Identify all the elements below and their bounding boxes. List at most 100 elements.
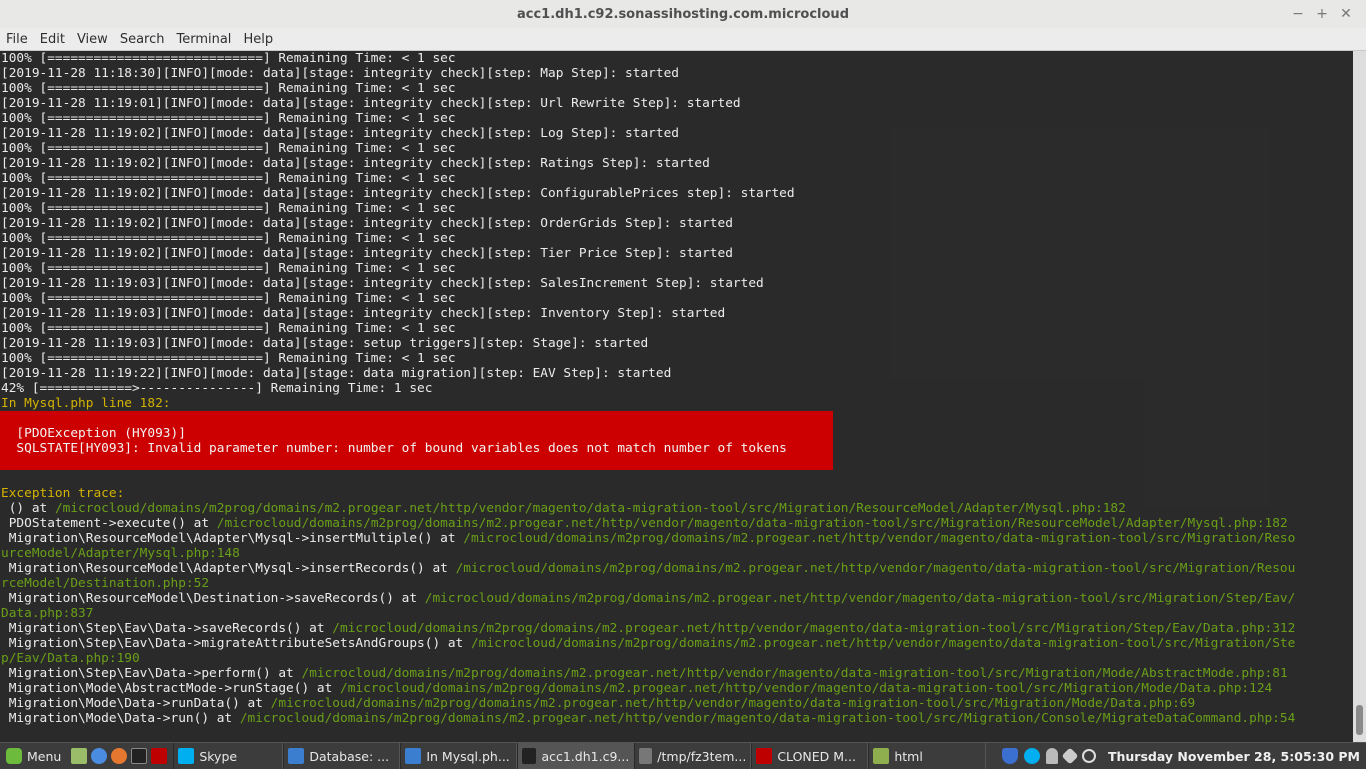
files-icon[interactable] [71, 748, 88, 764]
filezilla-launcher-icon[interactable] [151, 748, 168, 764]
taskbar-window-label: In Mysql.ph... [426, 748, 510, 764]
taskbar-window-label: Database: ... [309, 748, 390, 764]
menu-search[interactable]: Search [114, 32, 171, 47]
log-line: 42% [============>---------------] Remai… [1, 381, 432, 396]
log-text: 42% [============>---------------] Remai… [1, 381, 433, 396]
trace-call: Migration\Step\Eav\Data->perform() at [1, 666, 302, 681]
trace-call: Migration\Mode\Data->runData() at [1, 696, 271, 711]
clock[interactable]: Thursday November 28, 5:05:30 PM [1108, 749, 1360, 764]
taskbar-window-button[interactable]: html [868, 743, 987, 769]
taskbar-window-button[interactable]: CLONED M... [751, 743, 869, 769]
menu-help[interactable]: Help [237, 32, 279, 47]
trace-call: Migration\ResourceModel\Adapter\Mysql->i… [1, 561, 456, 576]
taskbar-window-button[interactable]: Database: ... [283, 743, 401, 769]
log-text: 100% [============================] Rema… [1, 111, 456, 126]
minimize-button[interactable]: − [1286, 4, 1310, 24]
menu-view[interactable]: View [71, 32, 114, 47]
trace-header-text: Exception trace: [1, 486, 125, 501]
log-text: [2019-11-28 11:19:02][INFO][mode: data][… [1, 126, 679, 141]
log-text: 100% [============================] Rema… [1, 201, 456, 216]
taskbar-window-button[interactable]: /tmp/fz3tem... [634, 743, 752, 769]
folder-icon [873, 748, 890, 764]
log-line: 100% [============================] Rema… [1, 51, 456, 66]
log-line: [2019-11-28 11:19:01][INFO][mode: data][… [1, 96, 741, 111]
trace-header: Exception trace: [1, 486, 124, 501]
trace-line: Data.php:837 [1, 606, 93, 621]
filezilla-icon [756, 748, 773, 764]
browser-icon [288, 748, 305, 764]
start-menu-label: Menu [27, 748, 62, 764]
error-message-line: [PDOException (HY093)] [1, 426, 186, 441]
log-text: [2019-11-28 11:19:02][INFO][mode: data][… [1, 186, 795, 201]
browser-icon [405, 748, 422, 764]
close-button[interactable]: ✕ [1334, 4, 1358, 24]
log-line: 100% [============================] Rema… [1, 291, 456, 306]
trace-path: /microcloud/domains/m2prog/domains/m2.pr… [340, 681, 1273, 696]
brightness-icon[interactable] [1081, 749, 1096, 763]
log-line: [2019-11-28 11:19:03][INFO][mode: data][… [1, 306, 725, 321]
menu-file[interactable]: File [0, 32, 34, 47]
error-message-text: SQLSTATE[HY093]: Invalid parameter numbe… [1, 441, 787, 456]
scrollbar-thumb[interactable] [1356, 705, 1363, 735]
trace-line: Migration\ResourceModel\Adapter\Mysql->i… [1, 561, 1296, 576]
terminal-output[interactable]: 100% [============================] Rema… [0, 51, 1353, 742]
trace-line: () at /microcloud/domains/m2prog/domains… [1, 501, 1126, 516]
taskbar-window-button[interactable]: acc1.dh1.c9... [517, 743, 635, 769]
trace-path: urceModel/Adapter/Mysql.php:148 [1, 546, 240, 561]
trace-call: Migration\Mode\AbstractMode->runStage() … [1, 681, 340, 696]
terminal-launcher-icon[interactable] [131, 748, 148, 764]
log-line: [2019-11-28 11:19:22][INFO][mode: data][… [1, 366, 671, 381]
trace-line: Migration\ResourceModel\Adapter\Mysql->i… [1, 531, 1296, 546]
trace-line: Migration\Step\Eav\Data->perform() at /m… [1, 666, 1288, 681]
log-line: 100% [============================] Rema… [1, 321, 456, 336]
trace-line: PDOStatement->execute() at /microcloud/d… [1, 516, 1288, 531]
log-line: 100% [============================] Rema… [1, 171, 456, 186]
log-text: [2019-11-28 11:19:02][INFO][mode: data][… [1, 216, 733, 231]
trace-path: rceModel/Destination.php:52 [1, 576, 210, 591]
window-titlebar: acc1.dh1.c92.sonassihosting.com.microclo… [0, 0, 1366, 29]
quick-launch [65, 744, 173, 768]
menu-terminal[interactable]: Terminal [170, 32, 237, 47]
log-text: 100% [============================] Rema… [1, 141, 456, 156]
trace-path: /microcloud/domains/m2prog/domains/m2.pr… [424, 591, 1296, 606]
skype-tray-icon[interactable] [1023, 748, 1040, 764]
trace-line: Migration\Step\Eav\Data->migrateAttribut… [1, 636, 1296, 651]
trace-path: /microcloud/domains/m2prog/domains/m2.pr… [332, 621, 1296, 636]
menu-edit[interactable]: Edit [34, 32, 71, 47]
shield-icon[interactable] [1001, 748, 1018, 764]
error-message-text: [PDOException (HY093)] [1, 426, 186, 441]
log-text: [2019-11-28 11:19:03][INFO][mode: data][… [1, 336, 649, 351]
taskbar-window-button[interactable]: Skype [173, 743, 284, 769]
trace-path: /microcloud/domains/m2prog/domains/m2.pr… [239, 711, 1296, 726]
log-text: [2019-11-28 11:19:02][INFO][mode: data][… [1, 156, 710, 171]
log-text: [2019-11-28 11:19:22][INFO][mode: data][… [1, 366, 672, 381]
taskbar-window-label: /tmp/fz3tem... [657, 748, 747, 764]
trace-call: Migration\Mode\Data->run() at [1, 711, 240, 726]
error-header-text: In Mysql.php line 182: [1, 396, 171, 411]
trace-line: p/Eav/Data.php:190 [1, 651, 140, 666]
taskbar-window-label: acc1.dh1.c9... [541, 748, 630, 764]
user-icon[interactable] [1045, 748, 1058, 764]
network-icon[interactable] [1061, 747, 1079, 765]
trace-path: /microcloud/domains/m2prog/domains/m2.pr… [455, 561, 1296, 576]
log-text: [2019-11-28 11:19:02][INFO][mode: data][… [1, 246, 733, 261]
mint-logo-icon [6, 748, 22, 764]
terminal-scrollbar[interactable] [1353, 51, 1366, 742]
firefox-icon[interactable] [111, 748, 128, 764]
trace-call: Migration\ResourceModel\Destination->sav… [1, 591, 425, 606]
log-text: 100% [============================] Rema… [1, 291, 456, 306]
maximize-button[interactable]: + [1310, 4, 1334, 24]
taskbar-window-button[interactable]: In Mysql.ph... [400, 743, 518, 769]
editor-icon [639, 748, 653, 764]
window-controls: − + ✕ [1286, 4, 1358, 24]
log-line: [2019-11-28 11:19:02][INFO][mode: data][… [1, 156, 710, 171]
trace-line: urceModel/Adapter/Mysql.php:148 [1, 546, 240, 561]
log-line: [2019-11-28 11:18:30][INFO][mode: data][… [1, 66, 679, 81]
log-line: [2019-11-28 11:19:02][INFO][mode: data][… [1, 186, 795, 201]
log-line: 100% [============================] Rema… [1, 201, 456, 216]
chromium-icon[interactable] [91, 748, 108, 764]
log-text: [2019-11-28 11:19:03][INFO][mode: data][… [1, 276, 764, 291]
start-menu-button[interactable]: Menu [0, 744, 65, 768]
log-text: [2019-11-28 11:19:01][INFO][mode: data][… [1, 96, 741, 111]
menu-bar: File Edit View Search Terminal Help [0, 28, 1366, 51]
